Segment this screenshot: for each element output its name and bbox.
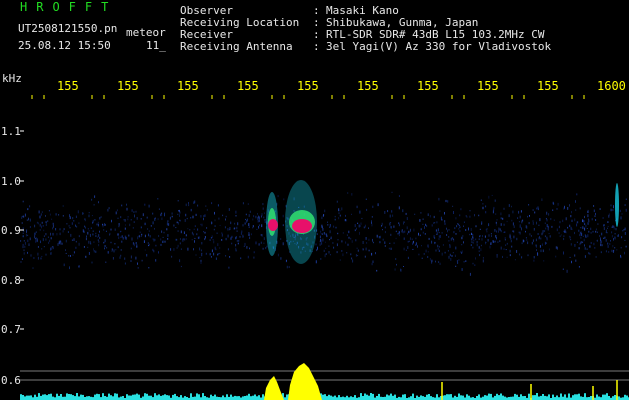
antenna-label: Receiving Antenna bbox=[180, 40, 293, 53]
signal-level-bars bbox=[20, 393, 629, 400]
axis-unit-label: kHz bbox=[2, 72, 22, 85]
top-tick-label: 155 bbox=[57, 79, 79, 93]
top-tick-label: 155 bbox=[357, 79, 379, 93]
top-tick-label: 155 bbox=[237, 79, 259, 93]
top-tick-label: 155 bbox=[297, 79, 319, 93]
meteor-echo bbox=[266, 180, 619, 264]
antenna-value: 3el Yagi(V) Az 330 for Vladivostok bbox=[326, 40, 552, 53]
header-filename: UT2508121550.pn bbox=[18, 22, 118, 35]
antenna-colon: : bbox=[313, 40, 320, 53]
y-axis-label: 1.0 bbox=[1, 175, 21, 188]
header-title: HROFFT bbox=[20, 0, 118, 14]
y-tick-marks bbox=[20, 130, 24, 381]
y-axis-label: 0.9 bbox=[1, 224, 21, 237]
top-tick-label: 155 bbox=[537, 79, 559, 93]
top-tick-label: 155 bbox=[417, 79, 439, 93]
top-tick-label: 1600 bbox=[597, 79, 626, 93]
y-axis-label: 0.8 bbox=[1, 274, 21, 287]
noise-band bbox=[20, 191, 627, 276]
top-tick-label: 155 bbox=[477, 79, 499, 93]
top-tick-label: 155 bbox=[117, 79, 139, 93]
spectrogram-waterfall bbox=[20, 95, 629, 400]
y-axis-label: 0.6 bbox=[1, 374, 21, 387]
signal-level-meter bbox=[20, 363, 629, 400]
header-datetime: 25.08.12 15:50 bbox=[18, 39, 111, 52]
y-axis-label: 1.1 bbox=[1, 125, 21, 138]
header-count: 11_ bbox=[146, 39, 166, 52]
top-tick-marks bbox=[31, 95, 585, 99]
y-axis-label: 0.7 bbox=[1, 323, 21, 336]
header-tag: meteor bbox=[126, 26, 166, 39]
top-tick-label: 155 bbox=[177, 79, 199, 93]
